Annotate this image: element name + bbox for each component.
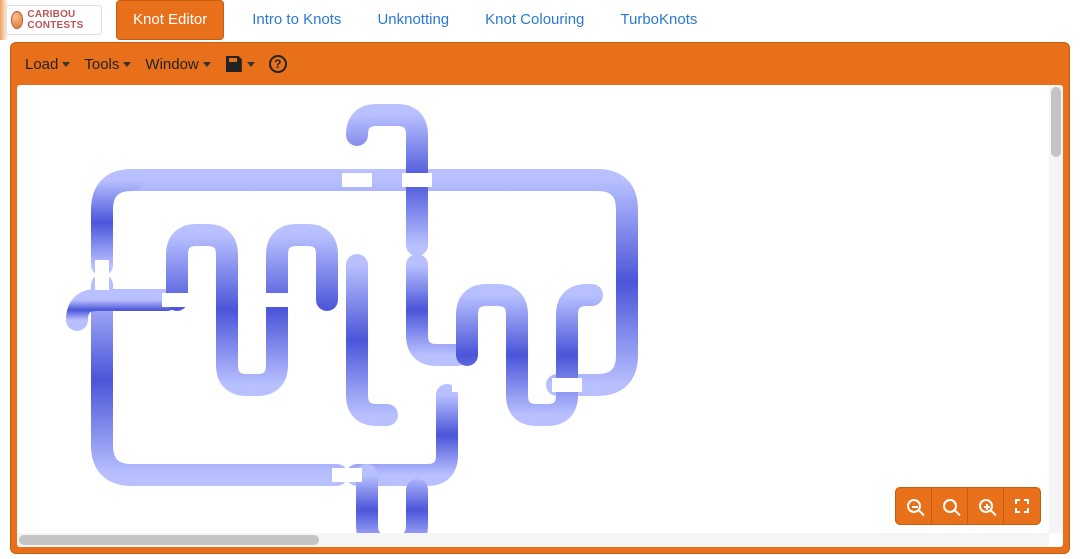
- fullscreen-button[interactable]: [1004, 488, 1040, 524]
- tab-label: Intro to Knots: [252, 11, 341, 28]
- zoom-in-icon: [979, 499, 993, 513]
- tab-unknotting[interactable]: Unknotting: [369, 5, 457, 35]
- menu-label: Window: [145, 56, 198, 73]
- zoom-out-button[interactable]: [896, 488, 932, 524]
- zoom-out-icon: [907, 499, 921, 513]
- tab-turboknots[interactable]: TurboKnots: [612, 5, 705, 35]
- tab-label: TurboKnots: [620, 11, 697, 28]
- horizontal-scrollbar[interactable]: [17, 533, 1049, 547]
- help-button[interactable]: ?: [269, 55, 287, 73]
- nav-tabs: Knot Editor Intro to Knots Unknotting Kn…: [116, 0, 705, 40]
- scrollbar-thumb[interactable]: [1051, 87, 1061, 157]
- globe-icon: [11, 11, 23, 29]
- help-glyph: ?: [274, 57, 281, 71]
- tab-intro-to-knots[interactable]: Intro to Knots: [244, 5, 349, 35]
- menu-label: Load: [25, 56, 58, 73]
- menu-label: Tools: [84, 56, 119, 73]
- site-logo[interactable]: CARIBOU CONTESTS: [6, 5, 102, 35]
- caret-down-icon: [247, 62, 255, 67]
- caret-down-icon: [62, 62, 70, 67]
- save-button[interactable]: [225, 55, 255, 73]
- menu-tools[interactable]: Tools: [84, 56, 131, 73]
- menu-window[interactable]: Window: [145, 56, 210, 73]
- top-navbar: CARIBOU CONTESTS Knot Editor Intro to Kn…: [0, 0, 1080, 40]
- tab-label: Knot Editor: [133, 11, 207, 28]
- zoom-reset-button[interactable]: [932, 488, 968, 524]
- vertical-scrollbar[interactable]: [1049, 85, 1063, 533]
- tab-knot-editor[interactable]: Knot Editor: [116, 0, 224, 40]
- caret-down-icon: [203, 62, 211, 67]
- scrollbar-thumb[interactable]: [19, 535, 319, 545]
- tab-label: Unknotting: [377, 11, 449, 28]
- editor-frame: Load Tools Window ?: [10, 42, 1070, 554]
- zoom-reset-icon: [943, 499, 957, 513]
- caret-down-icon: [123, 62, 131, 67]
- menu-load[interactable]: Load: [25, 56, 70, 73]
- zoom-toolbar: [895, 487, 1041, 525]
- zoom-in-button[interactable]: [968, 488, 1004, 524]
- tab-knot-colouring[interactable]: Knot Colouring: [477, 5, 592, 35]
- knot-canvas[interactable]: [17, 85, 1063, 547]
- editor-toolbar: Load Tools Window ?: [11, 43, 1069, 85]
- logo-text: CARIBOU CONTESTS: [27, 9, 97, 31]
- help-icon: ?: [269, 55, 287, 73]
- tab-label: Knot Colouring: [485, 11, 584, 28]
- save-icon: [226, 56, 242, 72]
- knot-diagram: [37, 95, 657, 547]
- fullscreen-icon: [1015, 499, 1029, 513]
